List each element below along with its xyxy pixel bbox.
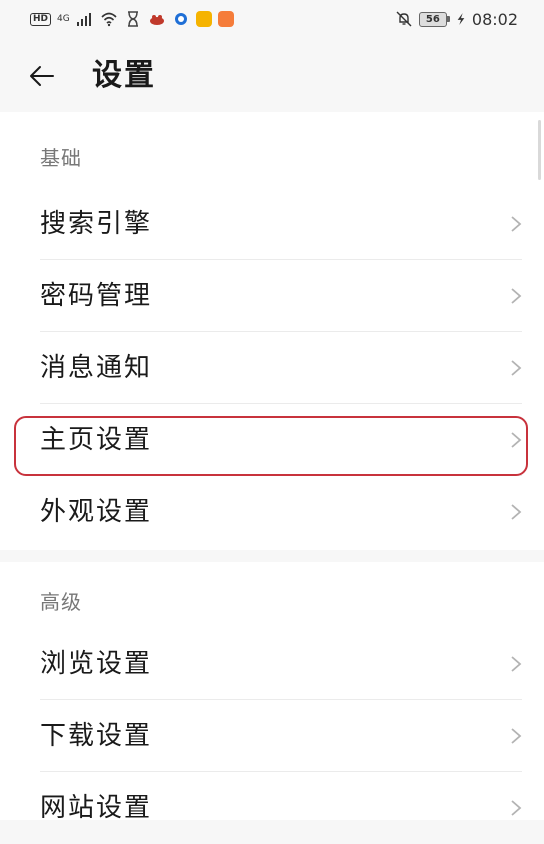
chevron-right-icon bbox=[511, 216, 522, 232]
settings-item-label: 主页设置 bbox=[40, 425, 153, 455]
settings-item-homepage[interactable]: 主页设置 bbox=[40, 404, 522, 476]
app-icon-red bbox=[149, 15, 164, 25]
network-type: 4G bbox=[57, 14, 70, 24]
chevron-right-icon bbox=[511, 432, 522, 448]
settings-item-label: 浏览设置 bbox=[40, 649, 153, 679]
app-icon-blue-circle bbox=[174, 13, 187, 25]
settings-item-label: 下载设置 bbox=[40, 721, 153, 751]
chevron-right-icon bbox=[511, 360, 522, 376]
settings-item-appearance[interactable]: 外观设置 bbox=[40, 476, 522, 548]
settings-item-search-engine[interactable]: 搜索引擎 bbox=[40, 188, 522, 260]
scrollbar[interactable] bbox=[538, 120, 541, 180]
settings-item-downloads[interactable]: 下载设置 bbox=[40, 700, 522, 772]
signal-icon bbox=[76, 13, 91, 26]
chevron-right-icon bbox=[511, 288, 522, 304]
settings-item-notifications[interactable]: 消息通知 bbox=[40, 332, 522, 404]
chevron-right-icon bbox=[511, 800, 522, 816]
back-button[interactable] bbox=[24, 58, 60, 94]
chevron-right-icon bbox=[511, 504, 522, 520]
settings-item-label: 消息通知 bbox=[40, 353, 153, 383]
status-bar: HD 4G 56 08:02 bbox=[0, 0, 544, 40]
page-title: 设置 bbox=[92, 58, 156, 93]
hourglass-icon bbox=[127, 11, 138, 27]
app-icon-orange bbox=[217, 11, 234, 27]
hd-badge: HD bbox=[30, 12, 52, 26]
battery-indicator: 56 bbox=[418, 11, 450, 27]
settings-item-label: 密码管理 bbox=[40, 281, 153, 311]
arrow-left-icon bbox=[30, 66, 54, 86]
app-icon-yellow bbox=[195, 11, 212, 27]
charging-icon bbox=[457, 13, 465, 25]
clock: 08:02 bbox=[471, 9, 518, 29]
bell-off-icon bbox=[396, 11, 412, 27]
settings-item-label: 外观设置 bbox=[40, 497, 153, 527]
chevron-right-icon bbox=[511, 656, 522, 672]
app-bar: 设置 bbox=[0, 40, 544, 110]
settings-item-password-manager[interactable]: 密码管理 bbox=[40, 260, 522, 332]
section-advanced: 高级 浏览设置 下载设置 网站设置 bbox=[0, 562, 544, 823]
status-bar-right: 56 08:02 bbox=[395, 8, 518, 30]
settings-item-label: 网站设置 bbox=[40, 793, 153, 823]
section-header-advanced: 高级 bbox=[40, 590, 82, 614]
settings-item-browsing[interactable]: 浏览设置 bbox=[40, 628, 522, 700]
settings-item-label: 搜索引擎 bbox=[40, 209, 153, 239]
chevron-right-icon bbox=[511, 728, 522, 744]
wifi-icon bbox=[101, 12, 117, 27]
battery-level: 56 bbox=[418, 11, 447, 27]
section-header-basic: 基础 bbox=[40, 146, 82, 170]
status-bar-left: HD 4G bbox=[30, 8, 234, 30]
battery-tip bbox=[446, 16, 450, 22]
section-basic: 基础 搜索引擎 密码管理 消息通知 主页设置 外观设置 bbox=[0, 112, 544, 550]
settings-item-site-settings[interactable]: 网站设置 bbox=[40, 772, 522, 844]
